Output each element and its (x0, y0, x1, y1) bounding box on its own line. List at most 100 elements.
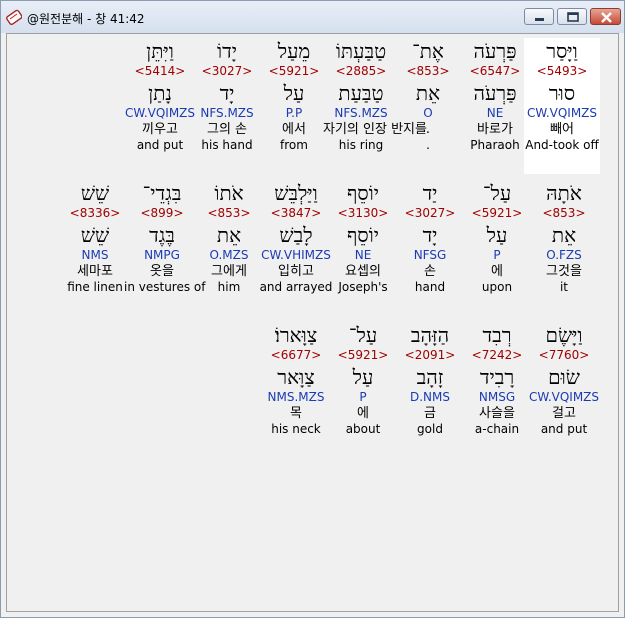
word-block[interactable]: עַל־ <5921> עַל P 에 upon (459, 180, 535, 294)
korean-gloss: 빼어 (550, 122, 574, 137)
parsing-code: NMSG (478, 390, 516, 404)
parsing-code: NE (486, 106, 504, 120)
hebrew-word: עַל־ (348, 323, 378, 347)
hebrew-lemma: שׂוּם (548, 365, 580, 389)
korean-gloss: 입히고 (278, 264, 314, 279)
english-gloss: gold (417, 422, 443, 436)
parsing-code: CW.VQIMZS (528, 390, 600, 404)
word-block[interactable]: בִּגְדֵי־ <899> בֶּגֶד NMPG 옷을 in vestures of (124, 180, 206, 294)
hebrew-lemma: יוֹסֵף (346, 223, 380, 247)
word-block[interactable]: אֹתוֹ <853> אֵת O.MZS 그에게 him (191, 180, 267, 294)
word-block[interactable]: הַזָּהָב <2091> זָהָב D.NMS 금 gold (392, 322, 468, 436)
minimize-button[interactable] (524, 8, 554, 25)
hebrew-word: וַיָּשֶׂם (545, 323, 583, 347)
strong-number: <2885> (335, 64, 387, 78)
strong-number: <3847> (270, 206, 322, 220)
strong-number: <6677> (270, 348, 322, 362)
parsing-code: NMS.MZS (267, 390, 325, 404)
parsing-code: P (493, 248, 501, 262)
hebrew-lemma: עַל (486, 223, 508, 247)
minimize-icon (535, 18, 544, 21)
word-block[interactable]: פַּרְעֹה <6547> פַּרְעֹה NE 바로가 Pharaoh (457, 38, 533, 152)
korean-gloss: 그것을 (546, 264, 582, 279)
hebrew-lemma: יָד (219, 81, 235, 105)
close-button[interactable] (590, 8, 621, 25)
parsing-code: NFS.MZS (200, 106, 254, 120)
hebrew-word: אֹתָהּ (546, 181, 582, 205)
strong-number: <5921> (337, 348, 389, 362)
english-gloss: and put (136, 138, 184, 152)
hebrew-word: אֶת־ (412, 39, 444, 63)
english-gloss: And-took off (525, 138, 599, 152)
parsing-code: NFSG (413, 248, 447, 262)
english-gloss: from (280, 138, 308, 152)
word-block[interactable]: אֹתָהּ <853> אֵת O.FZS 그것을 it (526, 180, 602, 294)
hebrew-word: צַוָּארוֹ׃ (274, 323, 318, 347)
word-block[interactable]: יָדוֹ <3027> יָד NFS.MZS 그의 손 his hand (189, 38, 265, 152)
english-gloss: in vestures of (124, 280, 206, 294)
word-block[interactable]: וַיַּלְבֵּשׁ <3847> לָבַשׁ CW.VHIMZS 입히고 and … (258, 180, 334, 294)
english-gloss: his neck (271, 422, 321, 436)
hebrew-lemma: אֵת (216, 223, 242, 247)
word-block[interactable]: מֵעַל <5921> עַל P.P 에서 from (256, 38, 332, 152)
hebrew-lemma: סוּר (548, 81, 576, 105)
korean-gloss: 옷을 (150, 264, 174, 279)
parsing-code: CW.VQIMZS (124, 106, 196, 120)
hebrew-word: יָדוֹ (217, 39, 237, 63)
interlinear-panel: וַיָּסַר <5493> סוּר CW.VQIMZS 빼어 And-took of… (6, 33, 619, 612)
title-bar[interactable]: @원전분해 - 창 41:42 (1, 1, 624, 33)
korean-gloss: 바로가 (477, 122, 513, 137)
english-gloss: hand (414, 280, 446, 294)
word-block[interactable]: רְבִד <7242> רָבִיד NMSG 사슬을 a-chain (459, 322, 535, 436)
word-block[interactable]: עַל־ <5921> עַל P 에 about (325, 322, 401, 436)
word-block[interactable]: צַוָּארוֹ׃ <6677> צַוָּאר NMS.MZS 목 his neck (258, 322, 334, 436)
english-gloss: about (345, 422, 381, 436)
english-gloss: and arrayed (259, 280, 333, 294)
word-block[interactable]: וַיָּשֶׂם <7760> שׂוּם CW.VQIMZS 걸고 and put (526, 322, 602, 436)
hebrew-word: שֵׁשׁ (80, 181, 110, 205)
hebrew-lemma: עַל (352, 365, 374, 389)
parsing-code: P.P (285, 106, 303, 120)
english-gloss: Pharaoh (470, 138, 520, 152)
strong-number: <5493> (536, 64, 588, 78)
hebrew-lemma: לָבַשׁ (279, 223, 313, 247)
strong-number: <8336> (69, 206, 121, 220)
hebrew-word: עַל־ (482, 181, 512, 205)
hebrew-word: פַּרְעֹה (473, 39, 517, 63)
word-block[interactable]: יַד <3027> יָד NFSG 손 hand (392, 180, 468, 294)
english-gloss: fine linen (67, 280, 123, 294)
strong-number: <5921> (471, 206, 523, 220)
korean-gloss: 요셉의 (345, 264, 381, 279)
word-block[interactable]: וַיִּתֵּן <5414> נָתַן CW.VQIMZS 끼우고 and put (122, 38, 198, 152)
korean-gloss: 그의 손 (206, 122, 247, 137)
hebrew-lemma: עַל (283, 81, 305, 105)
hebrew-lemma: בֶּגֶד (149, 223, 175, 247)
hebrew-word: יַד (422, 181, 438, 205)
hebrew-lemma: צַוָּאר (277, 365, 315, 389)
hebrew-word: מֵעַל (277, 39, 311, 63)
parsing-code: D.NMS (409, 390, 450, 404)
english-gloss: it (559, 280, 569, 294)
parsing-code: NMPG (144, 248, 180, 262)
hebrew-word: טַבַּעְתּוֹ (335, 39, 387, 63)
hebrew-word: רְבִד (482, 323, 512, 347)
app-window: @원전분해 - 창 41:42 וַיָּסַר <5493> סוּר CW.VQI… (0, 0, 625, 618)
hebrew-word: וַיַּלְבֵּשׁ (274, 181, 318, 205)
parsing-code: O.FZS (546, 248, 582, 262)
window-title: @원전분해 - 창 41:42 (27, 12, 145, 26)
korean-gloss: 사슬을 (479, 406, 515, 421)
app-scroll-icon (6, 9, 22, 25)
word-block-selected[interactable]: וַיָּסַר <5493> סוּר CW.VQIMZS 빼어 And-took of… (524, 38, 600, 174)
word-block[interactable]: שֵׁשׁ <8336> שֵׁשׁ NMS 세마포 fine linen (57, 180, 133, 294)
hebrew-word: הַזָּהָב (410, 323, 450, 347)
english-gloss: Joseph's (338, 280, 388, 294)
hebrew-lemma: שֵׁשׁ (80, 223, 110, 247)
word-block[interactable]: יוֹסֵף <3130> יוֹסֵף NE 요셉의 Joseph's (325, 180, 401, 294)
word-block[interactable]: טַבַּעְתּוֹ <2885> טַבַּעַת NFS.MZS 자기의 인장 반… (323, 38, 427, 152)
strong-number: <5921> (268, 64, 320, 78)
hebrew-lemma: פַּרְעֹה (473, 81, 517, 105)
hebrew-word: יוֹסֵף (346, 181, 380, 205)
hebrew-lemma: נָתַן (148, 81, 172, 105)
korean-gloss: 걸고 (552, 406, 576, 421)
maximize-button[interactable] (557, 8, 587, 25)
